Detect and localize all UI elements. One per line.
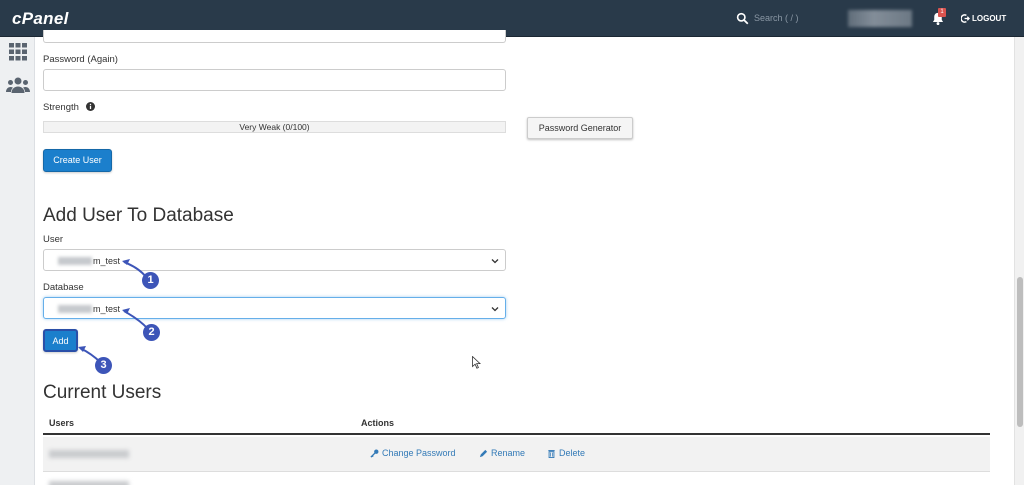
search-icon[interactable]	[736, 12, 749, 25]
user-select[interactable]: m_test	[43, 249, 506, 271]
key-icon	[370, 449, 379, 458]
rename-link[interactable]: Rename	[479, 448, 525, 458]
redacted-prefix	[58, 257, 92, 265]
pencil-icon	[479, 449, 488, 457]
password-strength-meter: Very Weak (0/100)	[43, 121, 506, 133]
logout-icon	[961, 14, 970, 23]
info-icon[interactable]	[86, 102, 95, 111]
database-select-label: Database	[43, 282, 84, 293]
grid-icon[interactable]	[8, 43, 28, 61]
change-password-link[interactable]: Change Password	[370, 448, 456, 458]
password-input[interactable]	[43, 30, 506, 43]
database-select[interactable]: m_test	[43, 297, 506, 319]
users-table-header: Users Actions	[43, 414, 990, 435]
annotation-marker-1: 1	[142, 272, 159, 289]
logout-label: LOGOUT	[972, 14, 1007, 23]
scrollbar-thumb[interactable]	[1017, 277, 1023, 427]
delete-link[interactable]: Delete	[547, 448, 585, 458]
redacted-prefix	[58, 305, 92, 313]
chevron-down-icon	[491, 259, 499, 264]
notification-badge: 1	[938, 8, 946, 17]
annotation-marker-3: 3	[95, 357, 112, 374]
logout-button[interactable]: LOGOUT	[961, 14, 1006, 23]
username-redacted	[49, 481, 129, 485]
sidebar	[0, 37, 35, 485]
database-select-value: m_test	[93, 304, 121, 314]
strength-label: Strength	[43, 102, 79, 113]
cpanel-logo[interactable]: cPanel	[12, 9, 69, 29]
annotation-marker-2: 2	[143, 324, 160, 341]
add-user-to-database-heading: Add User To Database	[43, 205, 234, 226]
create-user-button[interactable]: Create User	[43, 149, 112, 172]
add-button[interactable]: Add	[43, 329, 78, 352]
trash-icon	[548, 449, 555, 458]
change-password-label: Change Password	[382, 448, 456, 458]
rename-label: Rename	[491, 448, 526, 458]
mouse-cursor-icon	[472, 356, 481, 369]
column-header-actions: Actions	[361, 418, 395, 428]
username-redacted	[49, 450, 129, 458]
table-row	[43, 471, 990, 485]
account-name-redacted[interactable]	[848, 10, 912, 27]
password-generator-button[interactable]: Password Generator	[527, 117, 633, 139]
password-again-label: Password (Again)	[43, 54, 118, 65]
delete-label: Delete	[559, 448, 586, 458]
users-icon[interactable]	[6, 76, 30, 94]
page-scrollbar[interactable]	[1014, 37, 1024, 485]
current-users-heading: Current Users	[43, 382, 162, 403]
table-row: Change Password Rename Delete	[43, 437, 990, 471]
password-again-input[interactable]	[43, 69, 506, 91]
chevron-down-icon	[491, 307, 499, 312]
user-select-label: User	[43, 234, 64, 245]
user-select-value: m_test	[93, 256, 121, 266]
column-header-users: Users	[49, 418, 75, 428]
search-input[interactable]: Search ( / )	[754, 13, 799, 23]
